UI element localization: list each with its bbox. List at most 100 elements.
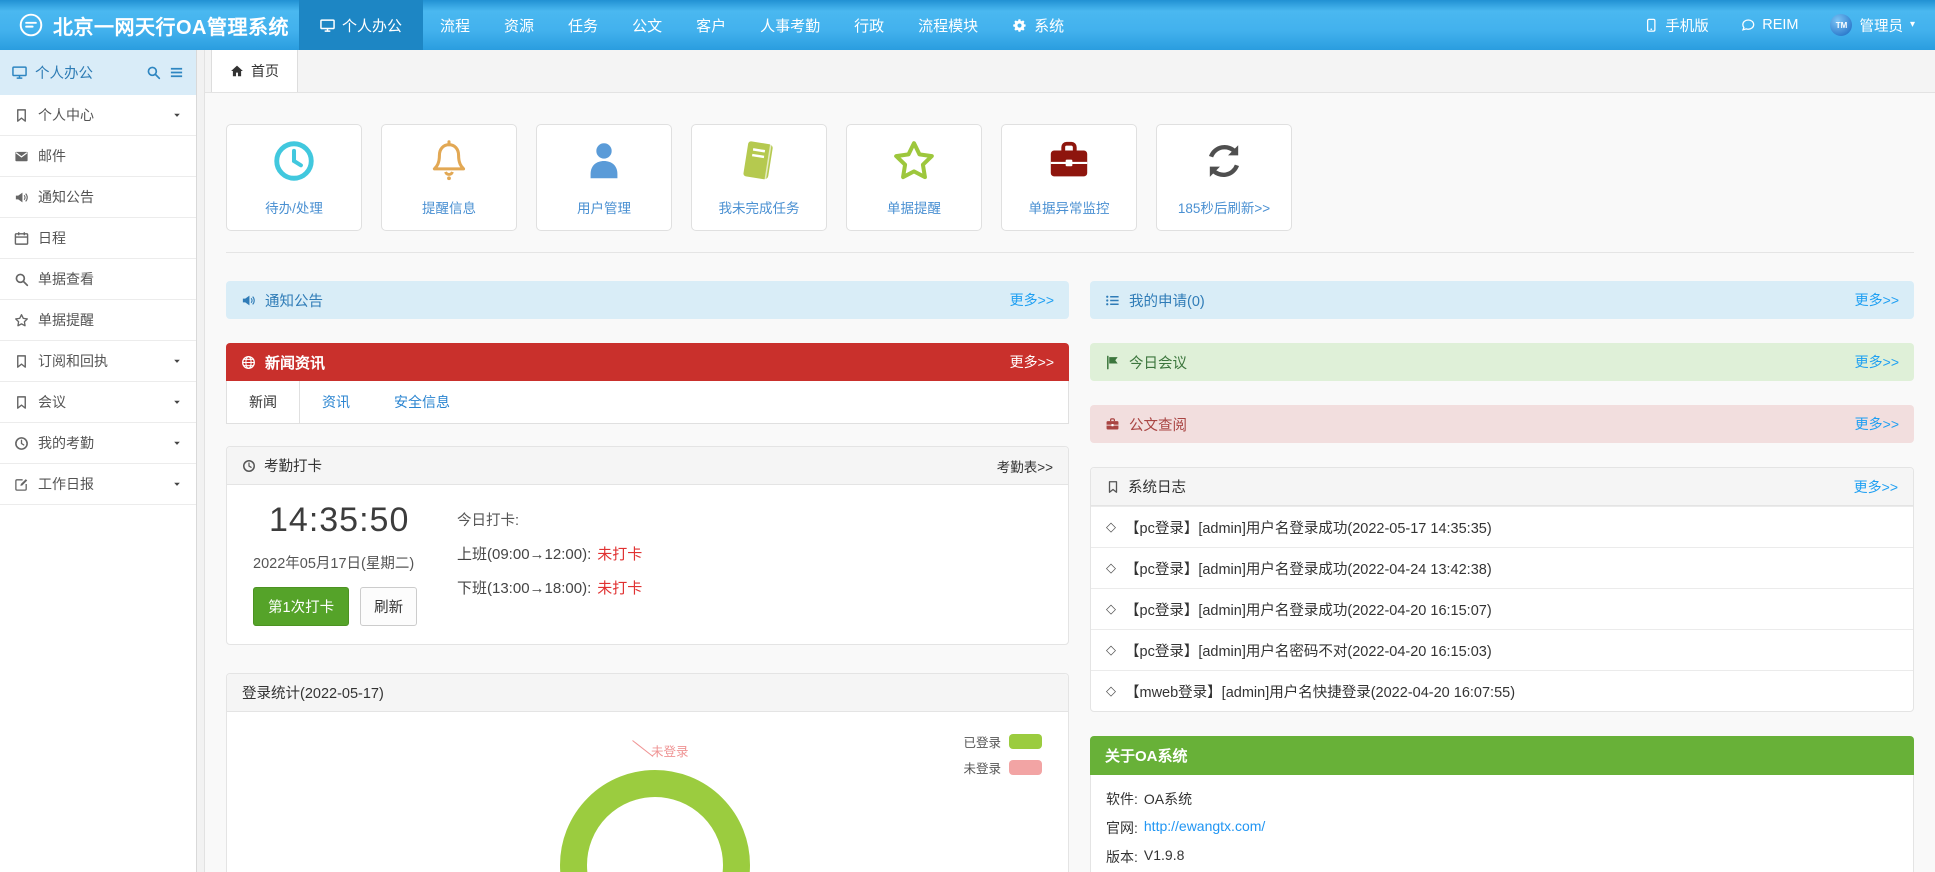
meeting-more-link[interactable]: 更多>> xyxy=(1855,352,1899,372)
nav-item-1[interactable]: 流程 xyxy=(423,0,487,50)
nav-item-6[interactable]: 人事考勤 xyxy=(743,0,837,50)
syslog-row-1[interactable]: ◇【pc登录】[admin]用户名登录成功(2022-04-24 13:42:3… xyxy=(1091,547,1913,588)
sidebar-item-label: 通知公告 xyxy=(38,187,94,207)
meeting-panel: 今日会议 更多>> xyxy=(1090,343,1914,381)
user-menu[interactable]: TM 管理员 ▾ xyxy=(1830,14,1915,36)
star-icon xyxy=(14,313,29,328)
sidebar-item-6[interactable]: 订阅和回执 xyxy=(0,341,196,382)
sidebar-item-4[interactable]: 单据查看 xyxy=(0,259,196,300)
sidebar-item-1[interactable]: 邮件 xyxy=(0,136,196,177)
sidebar-header: 个人办公 xyxy=(0,50,196,95)
sidebar-item-label: 单据提醒 xyxy=(38,310,94,330)
current-time: 14:35:50 xyxy=(269,501,447,540)
caret-down-icon xyxy=(172,397,182,407)
shortcut-card-0[interactable]: 待办/处理 xyxy=(226,124,362,231)
sidebar-item-0[interactable]: 个人中心 xyxy=(0,95,196,136)
tab-home[interactable]: 首页 xyxy=(211,50,298,92)
legend-item-0[interactable]: 已登录 xyxy=(963,732,1042,751)
sidebar: 个人办公 个人中心邮件通知公告日程单据查看单据提醒订阅和回执会议我的考勤工作日报 xyxy=(0,50,197,872)
nav-item-8[interactable]: 流程模块 xyxy=(901,0,995,50)
news-tab-0[interactable]: 新闻 xyxy=(227,381,300,423)
attendance-panel-header: 考勤打卡 考勤表>> xyxy=(227,447,1068,485)
legend-item-1[interactable]: 未登录 xyxy=(963,758,1042,777)
caret-down-icon xyxy=(172,438,182,448)
sidebar-item-9[interactable]: 工作日报 xyxy=(0,464,196,505)
syslog-panel: 系统日志 更多>> ◇【pc登录】[admin]用户名登录成功(2022-05-… xyxy=(1090,467,1914,712)
news-more-link[interactable]: 更多>> xyxy=(1010,352,1054,372)
about-row-value: OA系统 xyxy=(1144,789,1192,809)
sidebar-items: 个人中心邮件通知公告日程单据查看单据提醒订阅和回执会议我的考勤工作日报 xyxy=(0,95,196,505)
document-more-link[interactable]: 更多>> xyxy=(1855,414,1899,434)
legend-swatch xyxy=(1009,734,1042,749)
punch-in-button[interactable]: 第1次打卡 xyxy=(253,587,349,626)
syslog-rows: ◇【pc登录】[admin]用户名登录成功(2022-05-17 14:35:3… xyxy=(1091,506,1913,711)
nav-item-4[interactable]: 公文 xyxy=(615,0,679,50)
shortcut-card-label: 我未完成任务 xyxy=(719,197,800,217)
sidebar-item-label: 工作日报 xyxy=(38,474,94,494)
nav-item-label: 客户 xyxy=(696,15,726,36)
user-icon xyxy=(581,138,627,184)
shortcut-card-4[interactable]: 单据提醒 xyxy=(846,124,982,231)
monitor-icon xyxy=(12,65,27,80)
sidebar-item-2[interactable]: 通知公告 xyxy=(0,177,196,218)
about-row-label: 软件: xyxy=(1106,789,1138,809)
about-title: 关于OA系统 xyxy=(1090,736,1914,775)
mobile-version-button[interactable]: 手机版 xyxy=(1644,15,1709,36)
nav-item-5[interactable]: 客户 xyxy=(679,0,743,50)
menu-toggle-icon[interactable] xyxy=(169,65,184,80)
syslog-row-2[interactable]: ◇【pc登录】[admin]用户名登录成功(2022-04-20 16:15:0… xyxy=(1091,588,1913,629)
sidebar-item-5[interactable]: 单据提醒 xyxy=(0,300,196,341)
syslog-row-3[interactable]: ◇【pc登录】[admin]用户名密码不对(2022-04-20 16:15:0… xyxy=(1091,629,1913,670)
nav-item-7[interactable]: 行政 xyxy=(837,0,901,50)
shortcut-card-2[interactable]: 用户管理 xyxy=(536,124,672,231)
legend-label: 已登录 xyxy=(963,732,1001,751)
syslog-row-4[interactable]: ◇【mweb登录】[admin]用户名快捷登录(2022-04-20 16:07… xyxy=(1091,670,1913,711)
briefcase-icon xyxy=(1105,417,1120,432)
sidebar-item-8[interactable]: 我的考勤 xyxy=(0,423,196,464)
news-tab-1[interactable]: 资讯 xyxy=(300,381,372,423)
reim-button[interactable]: REIM xyxy=(1741,17,1799,33)
home-icon xyxy=(230,64,244,78)
shortcut-card-label: 单据异常监控 xyxy=(1029,197,1110,217)
nav-item-label: 行政 xyxy=(854,15,884,36)
attendance-sheet-link[interactable]: 考勤表>> xyxy=(997,456,1053,476)
legend-swatch xyxy=(1009,760,1042,775)
sidebar-item-label: 订阅和回执 xyxy=(38,351,108,371)
sidebar-item-7[interactable]: 会议 xyxy=(0,382,196,423)
sidebar-item-label: 单据查看 xyxy=(38,269,94,289)
nav-item-9[interactable]: 系统 xyxy=(995,0,1081,50)
navbar-right: 手机版 REIM TM 管理员 ▾ xyxy=(1644,0,1935,50)
sidebar-scrollbar[interactable] xyxy=(197,50,205,872)
shortcut-card-1[interactable]: 提醒信息 xyxy=(381,124,517,231)
tab-bar: 首页 xyxy=(205,50,1935,93)
bookmark-icon xyxy=(14,108,29,123)
syslog-row-0[interactable]: ◇【pc登录】[admin]用户名登录成功(2022-05-17 14:35:3… xyxy=(1091,506,1913,547)
envelope-icon xyxy=(14,149,29,164)
my-apply-more-link[interactable]: 更多>> xyxy=(1855,290,1899,310)
avatar: TM xyxy=(1830,14,1852,36)
nav-item-3[interactable]: 任务 xyxy=(551,0,615,50)
syslog-more-link[interactable]: 更多>> xyxy=(1854,477,1898,497)
meeting-title: 今日会议 xyxy=(1129,352,1187,373)
nav-item-0[interactable]: 个人办公 xyxy=(299,0,423,50)
my-apply-panel: 我的申请(0) 更多>> xyxy=(1090,281,1914,319)
shortcut-card-5[interactable]: 单据异常监控 xyxy=(1001,124,1137,231)
nav-item-2[interactable]: 资源 xyxy=(487,0,551,50)
search-icon[interactable] xyxy=(146,65,161,80)
website-link[interactable]: http://ewangtx.com/ xyxy=(1144,818,1265,838)
news-tab-2[interactable]: 安全信息 xyxy=(372,381,472,423)
globe-icon xyxy=(241,355,256,370)
refresh-icon xyxy=(1201,138,1247,184)
app-logo-icon xyxy=(18,12,44,38)
sidebar-item-label: 日程 xyxy=(38,228,66,248)
refresh-button[interactable]: 刷新 xyxy=(360,587,417,626)
news-tabs: 新闻资讯安全信息 xyxy=(226,381,1069,424)
caret-down-icon xyxy=(172,479,182,489)
shortcut-card-6[interactable]: 185秒后刷新>> xyxy=(1156,124,1292,231)
shortcut-card-3[interactable]: 我未完成任务 xyxy=(691,124,827,231)
diamond-icon: ◇ xyxy=(1106,560,1116,576)
list-icon xyxy=(1105,293,1120,308)
sidebar-item-3[interactable]: 日程 xyxy=(0,218,196,259)
shortcut-cards: 待办/处理提醒信息用户管理我未完成任务 单据提醒单据异常监控 185秒后刷新>> xyxy=(226,124,1914,231)
notice-more-link[interactable]: 更多>> xyxy=(1010,290,1054,310)
